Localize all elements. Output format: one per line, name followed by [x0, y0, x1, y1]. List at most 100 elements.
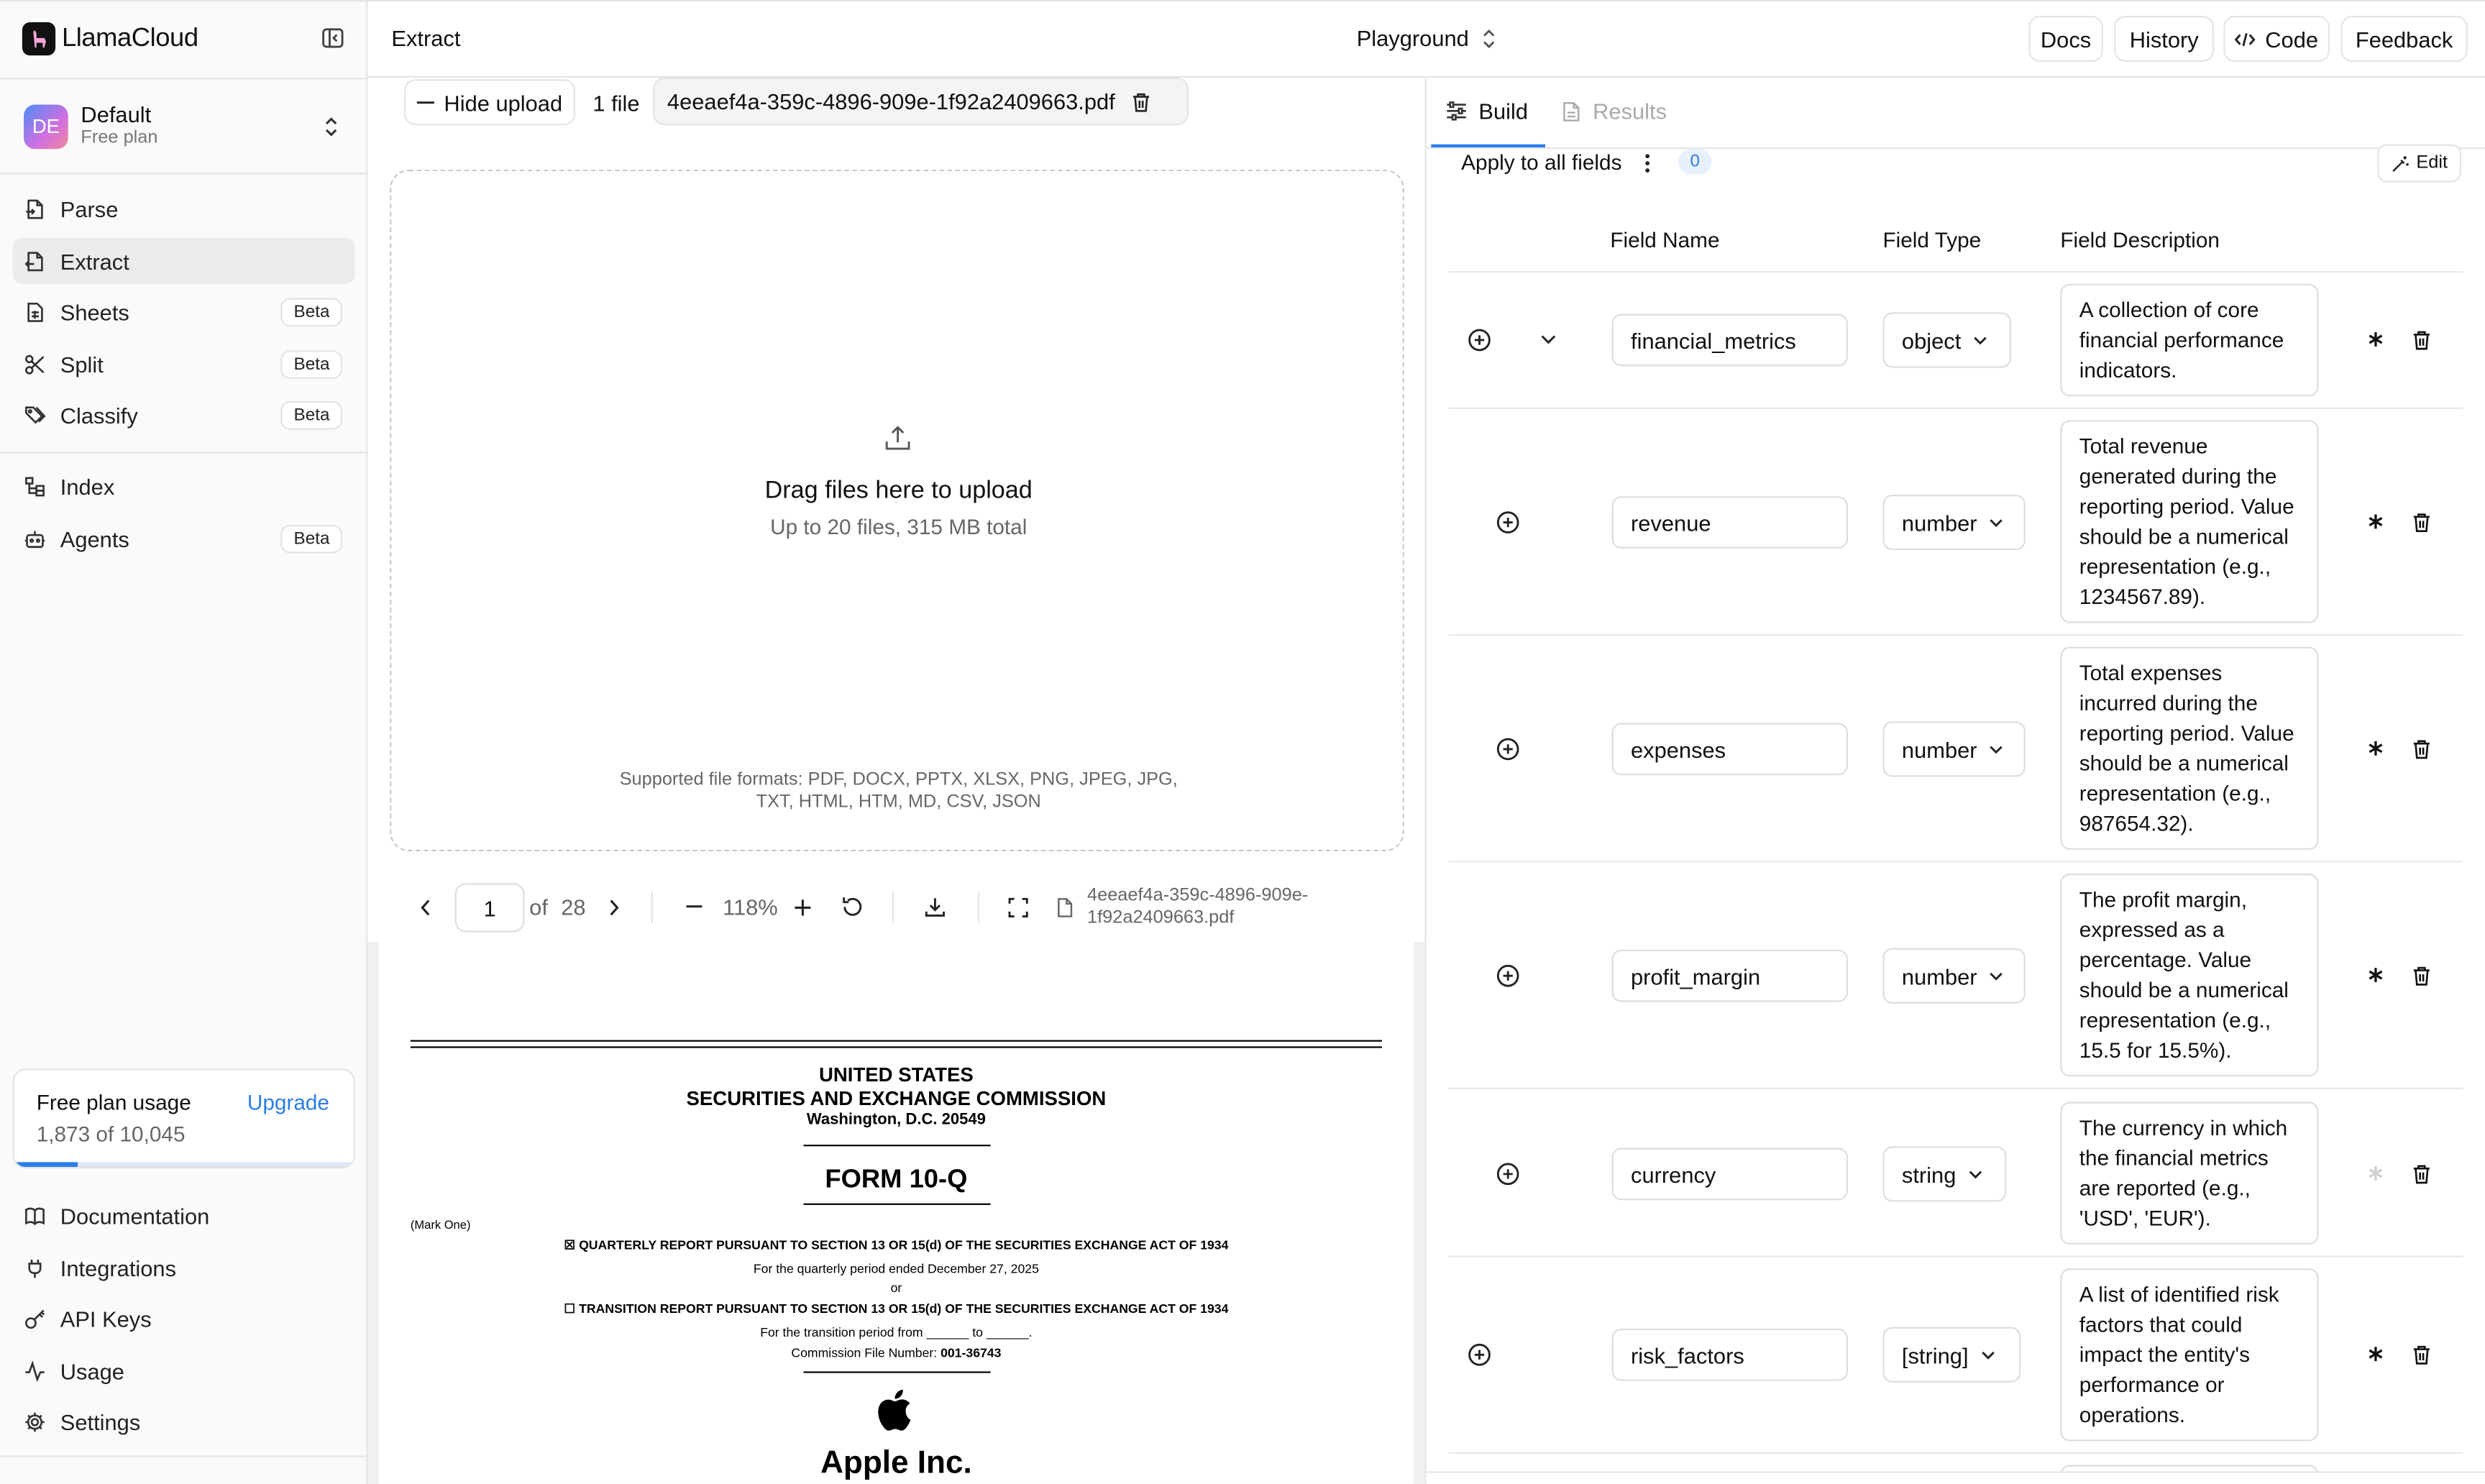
field-name-input[interactable]: profit_margin	[1611, 949, 1848, 1002]
nav-extract[interactable]: Extract	[12, 237, 355, 284]
field-type-select[interactable]: [string]	[1882, 1327, 2021, 1383]
field-type-select[interactable]: number	[1882, 494, 2026, 551]
field-name-input[interactable]: risk_factors	[1611, 1328, 1848, 1381]
collapse-sidebar-icon[interactable]	[319, 24, 347, 52]
nav-integrations[interactable]: Integrations	[13, 1245, 355, 1291]
doc-line-2: SECURITIES AND EXCHANGE COMMISSION	[686, 1087, 1107, 1110]
rotate-icon[interactable]	[840, 892, 865, 921]
column-field-type: Field Type	[1882, 228, 1982, 252]
delete-field-icon[interactable]	[2410, 326, 2433, 352]
optional-asterisk-icon[interactable]	[2365, 1162, 2387, 1184]
required-asterisk-icon[interactable]	[2365, 737, 2387, 759]
schema-panel	[1424, 78, 2485, 1484]
sidebar: LlamaCloud DE Default Free plan Parse Ex…	[0, 0, 368, 1484]
more-vertical-icon[interactable]	[1639, 150, 1655, 175]
activity-icon	[25, 1360, 45, 1382]
doc-transition-period: For the transition period from ______ to…	[760, 1325, 1033, 1340]
add-field-icon[interactable]	[1494, 1160, 1519, 1186]
field-description-input[interactable]: The currency in which the financial metr…	[2060, 1101, 2319, 1245]
nav-agents[interactable]: Agents Beta	[13, 516, 355, 562]
magic-wand-icon	[2392, 155, 2408, 171]
docs-button-label: Docs	[2040, 26, 2092, 52]
viewer-file-name-line-1: 4eeaef4a-359c-4896-909e-	[1087, 886, 1309, 906]
nav-classify[interactable]: Classify Beta	[13, 392, 355, 438]
delete-field-icon[interactable]	[2410, 736, 2433, 761]
add-field-icon[interactable]	[1494, 962, 1519, 987]
upgrade-link[interactable]: Upgrade	[247, 1091, 329, 1114]
hide-upload-button[interactable]: Hide upload	[404, 79, 576, 126]
upload-dropzone[interactable]: Drag files here to upload Up to 20 files…	[390, 169, 1404, 852]
beta-badge: Beta	[280, 298, 343, 327]
field-description-input[interactable]: A collection of core financial performan…	[2060, 283, 2319, 397]
field-name-input[interactable]: revenue	[1611, 496, 1848, 549]
field-type-select[interactable]: string	[1882, 1146, 2007, 1202]
prev-page-icon[interactable]	[412, 892, 437, 921]
doc-commission: Commission File Number: 001-36743	[379, 1346, 1414, 1360]
nav-usage[interactable]: Usage	[13, 1347, 355, 1393]
delete-field-icon[interactable]	[2410, 1342, 2433, 1367]
zoom-level: 118%	[723, 894, 778, 920]
field-type-select[interactable]: number	[1882, 721, 2026, 777]
workspace-switcher[interactable]: DE Default Free plan	[13, 92, 355, 162]
zoom-out-icon[interactable]	[682, 892, 707, 921]
delete-field-icon[interactable]	[2410, 1160, 2433, 1186]
nav-split[interactable]: Split Beta	[13, 341, 355, 387]
tab-results[interactable]: Results	[1562, 99, 1667, 124]
gear-icon	[25, 1411, 45, 1432]
field-description-input[interactable]: Total expenses incurred during the repor…	[2060, 646, 2319, 850]
docs-button[interactable]: Docs	[2028, 16, 2103, 62]
nav-settings[interactable]: Settings	[13, 1398, 355, 1444]
chevron-down-icon	[1990, 518, 2003, 526]
doc-transition: ☐ TRANSITION REPORT PURSUANT TO SECTION …	[564, 1301, 1229, 1316]
nav-parse[interactable]: Parse	[13, 186, 355, 232]
chevron-down-icon[interactable]	[1536, 326, 1561, 352]
code-button[interactable]: Code	[2223, 16, 2330, 62]
nav-documentation[interactable]: Documentation	[13, 1192, 355, 1238]
add-field-icon[interactable]	[1466, 326, 1491, 352]
required-asterisk-icon[interactable]	[2365, 964, 2387, 986]
add-field-icon[interactable]	[1494, 736, 1519, 761]
required-asterisk-icon[interactable]	[2365, 510, 2387, 533]
edit-button[interactable]: Edit	[2377, 144, 2461, 183]
tab-build[interactable]: Build	[1445, 99, 1528, 124]
zoom-in-icon[interactable]	[790, 892, 815, 921]
nav-api-keys[interactable]: API Keys	[13, 1296, 355, 1342]
field-name-input[interactable]: expenses	[1611, 723, 1848, 776]
code-button-label: Code	[2265, 26, 2319, 52]
field-type-select[interactable]: object	[1882, 312, 2012, 368]
document-icon	[1563, 101, 1580, 121]
next-page-icon[interactable]	[600, 892, 626, 921]
delete-field-icon[interactable]	[2410, 962, 2433, 987]
code-icon	[2235, 32, 2256, 46]
fullscreen-icon[interactable]	[1004, 892, 1030, 921]
usage-bar	[14, 1162, 354, 1167]
field-description-input[interactable]: Total revenue generated during the repor…	[2060, 420, 2319, 623]
trash-icon[interactable]	[1131, 91, 1150, 112]
nav-index[interactable]: Index	[13, 463, 355, 509]
book-icon	[25, 1206, 45, 1225]
doc-line-3: Washington, D.C. 20549	[806, 1111, 986, 1130]
file-chip[interactable]: 4eeaef4a-359c-4896-909e-1f92a2409663.pdf	[653, 78, 1189, 126]
top-bar: Extract Playground Docs History Code Fee…	[367, 0, 2485, 78]
page-number-input[interactable]: 1	[454, 883, 525, 933]
history-button[interactable]: History	[2114, 16, 2215, 62]
download-icon[interactable]	[923, 892, 948, 921]
field-name-input[interactable]: currency	[1611, 1148, 1848, 1201]
required-asterisk-icon[interactable]	[2365, 328, 2387, 350]
delete-field-icon[interactable]	[2410, 509, 2433, 534]
field-type-value: number	[1901, 736, 1977, 762]
field-type-select[interactable]: number	[1882, 948, 2026, 1004]
nav-sheets[interactable]: Sheets Beta	[13, 288, 355, 334]
required-asterisk-icon[interactable]	[2365, 1343, 2387, 1365]
add-field-icon[interactable]	[1466, 1342, 1491, 1367]
add-field-icon[interactable]	[1494, 509, 1519, 534]
usage-count: 1,873 of 10,045	[36, 1122, 186, 1147]
workspace-avatar: DE	[24, 104, 68, 150]
mode-selector[interactable]: Playground	[1357, 25, 1496, 51]
feedback-button[interactable]: Feedback	[2340, 16, 2468, 62]
field-description-input[interactable]: The profit margin, expressed as a percen…	[2060, 874, 2319, 1077]
field-name-input[interactable]: financial_metrics	[1611, 313, 1848, 367]
chevron-down-icon	[1982, 1350, 1995, 1359]
field-description-input[interactable]: A list of identified risk factors that c…	[2060, 1268, 2319, 1442]
field-type-value: number	[1901, 509, 1977, 536]
